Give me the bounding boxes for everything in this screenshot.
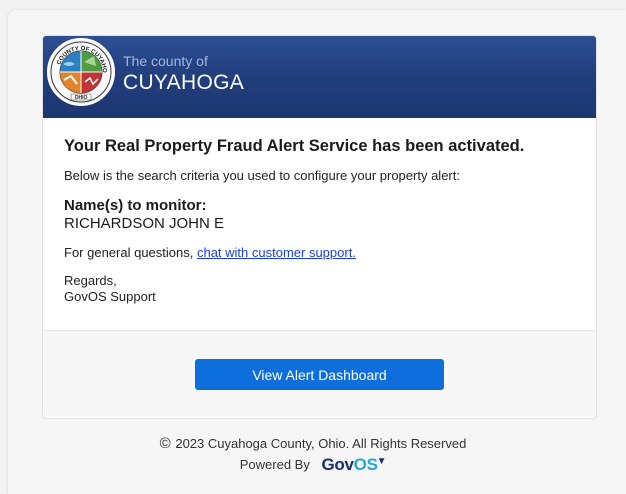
- copyright-line: © 2023 Cuyahoga County, Ohio. All Rights…: [0, 435, 626, 452]
- govos-logo-mark-icon: ▼: [376, 456, 387, 467]
- county-seal-logo: COUNTY OF CUYAHOGA OHIO: [47, 38, 115, 106]
- message-content: Your Real Property Fraud Alert Service h…: [43, 118, 596, 331]
- customer-support-link[interactable]: chat with customer support.: [197, 245, 356, 260]
- powered-by-text: Powered By: [239, 457, 310, 472]
- support-line: For general questions, chat with custome…: [64, 245, 575, 260]
- govos-logo-part-2: OS: [353, 455, 378, 474]
- regards-block: Regards, GovOS Support: [64, 273, 575, 305]
- regards-line: Regards,: [64, 273, 117, 288]
- monitor-value: RICHARDSON JOHN E: [64, 215, 225, 232]
- copyright-text: 2023 Cuyahoga County, Ohio. All Rights R…: [175, 436, 467, 451]
- county-seal-icon: COUNTY OF CUYAHOGA OHIO: [49, 40, 112, 103]
- signature-line: GovOS Support: [64, 289, 156, 304]
- svg-text:OHIO: OHIO: [75, 95, 88, 101]
- header-title: CUYAHOGA: [123, 71, 245, 94]
- govos-logo-part-1: Gov: [321, 455, 354, 474]
- govos-logo[interactable]: GovOS▼: [321, 455, 386, 475]
- header-banner: COUNTY OF CUYAHOGA OHIO The county of CU…: [43, 36, 596, 118]
- powered-by-line: Powered By GovOS▼: [0, 455, 626, 475]
- copyright-icon: ©: [159, 435, 171, 452]
- message-heading: Your Real Property Fraud Alert Service h…: [64, 137, 525, 155]
- view-alert-dashboard-button[interactable]: View Alert Dashboard: [195, 359, 444, 390]
- monitor-label: Name(s) to monitor:: [64, 197, 207, 214]
- action-area: View Alert Dashboard: [43, 331, 596, 417]
- intro-text: Below is the search criteria you used to…: [64, 168, 460, 183]
- email-card: COUNTY OF CUYAHOGA OHIO The county of CU…: [42, 35, 597, 419]
- header-subtitle: The county of: [123, 53, 208, 69]
- support-prefix: For general questions,: [64, 245, 197, 260]
